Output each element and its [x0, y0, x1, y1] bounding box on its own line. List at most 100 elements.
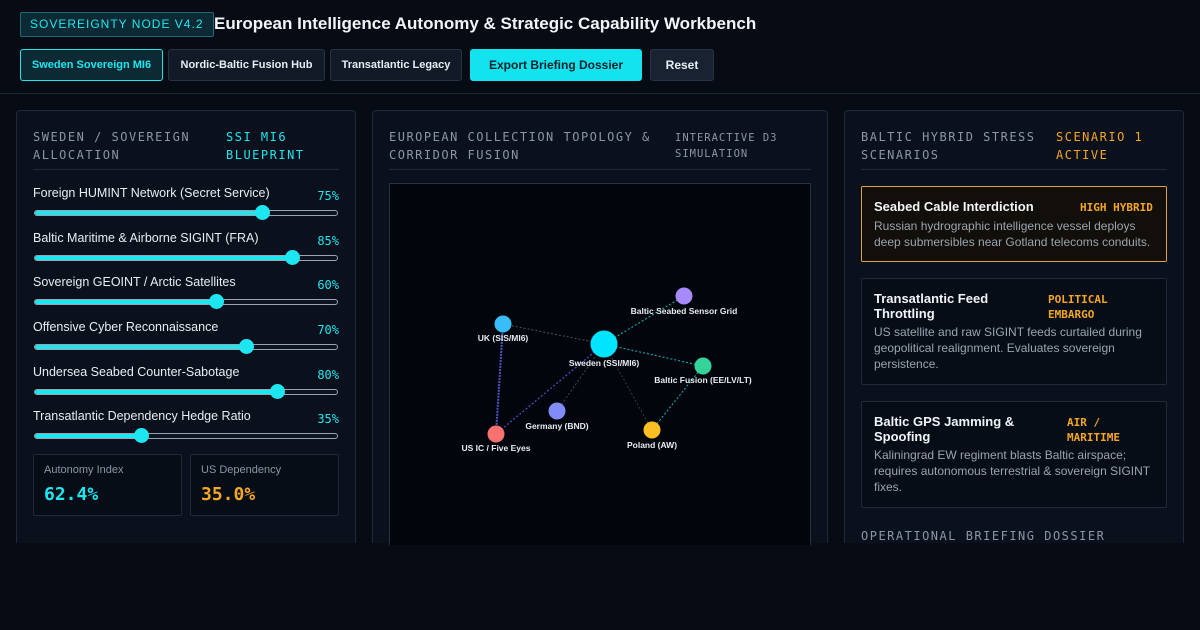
scenario-tag: POLITICAL EMBARGO	[1048, 292, 1108, 322]
node-label: Baltic Seabed Sensor Grid	[631, 306, 738, 316]
link-sweden-baltic-grid	[603, 295, 685, 345]
node-baltic-seabed-grid[interactable]	[675, 287, 693, 305]
blueprint-tag-line2: BLUEPRINT	[226, 148, 305, 162]
slider-value: 35%	[317, 412, 339, 426]
allocation-panel-header: SWEDEN / SOVEREIGN ALLOCATION SSI MI6 BL…	[33, 128, 339, 170]
slider-label: Foreign HUMINT Network (Secret Service)	[33, 186, 270, 200]
topology-graph[interactable]: Baltic Seabed Sensor Grid UK (SIS/MI6) S…	[389, 183, 811, 545]
slider-label: Baltic Maritime & Airborne SIGINT (FRA)	[33, 231, 259, 245]
autonomy-index-card: Autonomy Index 62.4%	[33, 454, 182, 516]
topology-heading-line2: CORRIDOR FUSION	[389, 148, 520, 162]
slider-value: 85%	[317, 234, 339, 248]
briefing-dossier-heading: OPERATIONAL BRIEFING DOSSIER	[861, 529, 1106, 543]
node-us-five-eyes[interactable]	[487, 425, 505, 443]
slider-thumb[interactable]	[209, 294, 225, 309]
slider-humint: Foreign HUMINT Network (Secret Service) …	[33, 186, 339, 226]
node-label: UK (SIS/MI6)	[478, 333, 529, 343]
slider-fill	[35, 256, 292, 260]
slider-track[interactable]	[34, 294, 338, 309]
export-dossier-button[interactable]: Export Briefing Dossier	[470, 49, 642, 81]
node-label: US IC / Five Eyes	[462, 443, 531, 453]
slider-value: 80%	[317, 368, 339, 382]
slider-track[interactable]	[34, 250, 338, 265]
node-label: Germany (BND)	[525, 421, 588, 431]
simulation-tag: INTERACTIVE D3 SIMULATION	[675, 130, 778, 162]
slider-track[interactable]	[34, 339, 338, 354]
app-header: SOVEREIGNTY NODE V4.2 European Intellige…	[0, 0, 1200, 94]
scenario-description: US satellite and raw SIGINT feeds curtai…	[874, 325, 1142, 371]
slider-seabed: Undersea Seabed Counter-Sabotage 80%	[33, 365, 339, 405]
page-title: European Intelligence Autonomy & Strateg…	[214, 14, 757, 33]
slider-fill	[35, 211, 262, 215]
slider-track[interactable]	[34, 205, 338, 220]
scenarios-heading: BALTIC HYBRID STRESS SCENARIOS	[861, 128, 1036, 164]
slider-label: Offensive Cyber Reconnaissance	[33, 320, 219, 334]
scenario-tag-line1: POLITICAL	[1048, 293, 1108, 306]
version-badge: SOVEREIGNTY NODE V4.2	[20, 12, 214, 37]
scenario-title: Seabed Cable Interdiction	[874, 199, 1034, 214]
scenario-title-line1: Baltic GPS Jamming &	[874, 414, 1015, 429]
slider-sigint: Baltic Maritime & Airborne SIGINT (FRA) …	[33, 231, 339, 271]
tab-sweden-sovereign[interactable]: Sweden Sovereign MI6	[20, 49, 163, 81]
node-poland[interactable]	[643, 421, 661, 439]
graph-nodes: Baltic Seabed Sensor Grid UK (SIS/MI6) S…	[462, 287, 752, 453]
node-germany[interactable]	[548, 402, 566, 420]
active-scenario-tag-line1: SCENARIO 1	[1056, 130, 1144, 144]
slider-hedge: Transatlantic Dependency Hedge Ratio 35%	[33, 409, 339, 449]
allocation-heading-line1: SWEDEN / SOVEREIGN	[33, 130, 191, 144]
scenario-description: Kaliningrad EW regiment blasts Baltic ai…	[874, 448, 1150, 494]
simulation-tag-line2: SIMULATION	[675, 148, 749, 160]
slider-value: 75%	[317, 189, 339, 203]
slider-value: 60%	[317, 278, 339, 292]
slider-thumb[interactable]	[284, 250, 300, 265]
scenario-title-line1: Transatlantic Feed	[874, 291, 989, 306]
slider-value: 70%	[317, 323, 339, 337]
scenario-tag: HIGH HYBRID	[1080, 201, 1153, 214]
network-graph-svg[interactable]: Baltic Seabed Sensor Grid UK (SIS/MI6) S…	[390, 184, 810, 546]
node-baltic-fusion[interactable]	[694, 357, 712, 375]
active-scenario-tag: SCENARIO 1 ACTIVE	[1056, 128, 1143, 164]
tab-nordic-baltic[interactable]: Nordic-Baltic Fusion Hub	[168, 49, 325, 81]
allocation-panel: SWEDEN / SOVEREIGN ALLOCATION SSI MI6 BL…	[16, 110, 356, 543]
scenario-title: Baltic GPS Jamming & Spoofing	[874, 414, 1014, 444]
scenario-card-seabed-cable[interactable]: Seabed Cable Interdiction HIGH HYBRID Ru…	[861, 186, 1167, 262]
slider-label: Undersea Seabed Counter-Sabotage	[33, 365, 240, 379]
node-label: Baltic Fusion (EE/LV/LT)	[654, 375, 752, 385]
slider-geoint: Sovereign GEOINT / Arctic Satellites 60%	[33, 275, 339, 315]
reset-button[interactable]: Reset	[650, 49, 714, 81]
tab-transatlantic[interactable]: Transatlantic Legacy	[330, 49, 462, 81]
scenario-title: Transatlantic Feed Throttling	[874, 291, 988, 321]
slider-label: Sovereign GEOINT / Arctic Satellites	[33, 275, 236, 289]
scenario-title-line2: Throttling	[874, 306, 935, 321]
slider-fill	[35, 390, 277, 394]
autonomy-index-value: 62.4%	[44, 484, 99, 505]
topology-heading: EUROPEAN COLLECTION TOPOLOGY & CORRIDOR …	[389, 128, 651, 164]
allocation-heading: SWEDEN / SOVEREIGN ALLOCATION	[33, 128, 190, 164]
simulation-tag-line1: INTERACTIVE D3	[675, 132, 778, 144]
us-dependency-card: US Dependency 35.0%	[190, 454, 339, 516]
topology-panel: EUROPEAN COLLECTION TOPOLOGY & CORRIDOR …	[372, 110, 828, 545]
slider-fill	[35, 300, 217, 304]
blueprint-tag-line1: SSI MI6	[226, 130, 288, 144]
slider-thumb[interactable]	[239, 339, 255, 354]
topology-heading-line1: EUROPEAN COLLECTION TOPOLOGY &	[389, 130, 651, 144]
slider-track[interactable]	[34, 428, 338, 443]
allocation-heading-line2: ALLOCATION	[33, 148, 121, 162]
slider-track[interactable]	[34, 384, 338, 399]
slider-thumb[interactable]	[254, 205, 270, 220]
scenarios-panel-header: BALTIC HYBRID STRESS SCENARIOS SCENARIO …	[861, 128, 1167, 170]
scenario-card-gps-jamming[interactable]: Baltic GPS Jamming & Spoofing AIR / MARI…	[861, 401, 1167, 508]
node-label: Poland (AW)	[627, 440, 677, 450]
slider-thumb[interactable]	[269, 384, 285, 399]
stat-label: US Dependency	[201, 464, 282, 476]
link-sweden-poland	[603, 343, 653, 431]
scenario-card-transatlantic-feed[interactable]: Transatlantic Feed Throttling POLITICAL …	[861, 278, 1167, 385]
slider-thumb[interactable]	[133, 428, 149, 443]
scenarios-panel: BALTIC HYBRID STRESS SCENARIOS SCENARIO …	[844, 110, 1184, 543]
scenarios-heading-line1: BALTIC HYBRID STRESS	[861, 130, 1036, 144]
scenario-tag: AIR / MARITIME	[1067, 415, 1120, 445]
node-uk[interactable]	[494, 315, 512, 333]
node-sweden[interactable]	[590, 330, 618, 358]
scenario-tag-line2: EMBARGO	[1048, 308, 1095, 321]
us-dependency-value: 35.0%	[201, 484, 256, 505]
